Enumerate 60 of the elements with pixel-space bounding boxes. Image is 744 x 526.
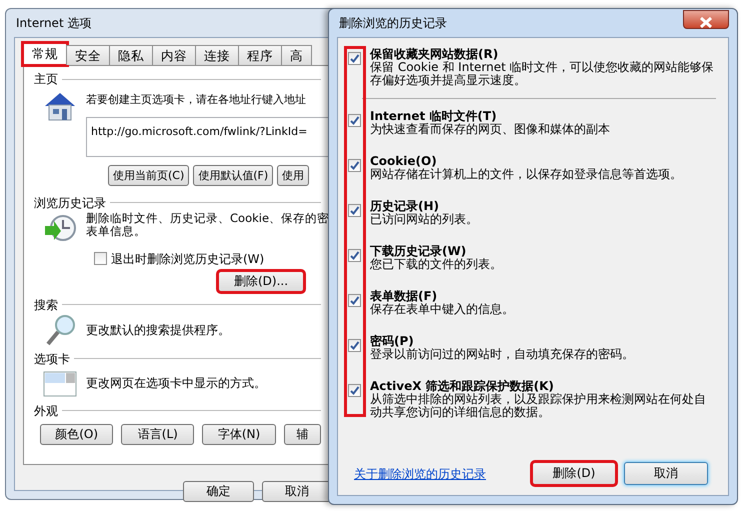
close-icon [700, 17, 712, 28]
description-text: 更改默认的搜索提供程序。 [86, 322, 230, 338]
tab[interactable]: 连接 [195, 45, 239, 65]
push-button[interactable]: 使用当前页(C) [108, 164, 190, 186]
description-text: 更改网页在选项卡中显示的方式。 [86, 374, 266, 392]
section-heading: 浏览历史记录 [34, 194, 106, 212]
item-title: 历史记录(H) [370, 200, 440, 213]
push-button[interactable]: 确定 [183, 481, 254, 502]
window-title: Internet 选项 [15, 15, 92, 32]
push-button[interactable]: 辅 [284, 424, 321, 444]
item-title: Internet 临时文件(T) [370, 110, 498, 123]
push-button[interactable]: 颜色(O) [40, 424, 114, 444]
push-button[interactable]: 字体(N) [202, 424, 276, 444]
push-button[interactable]: 使用默认值(F) [193, 164, 274, 186]
checkbox[interactable] [348, 159, 361, 172]
checkbox-label: 退出时删除浏览历史记录(W) [111, 250, 264, 268]
tab[interactable]: 隐私 [109, 45, 153, 65]
item-description: 从筛选中排除的网站列表，以及跟踪保护用来检测网站在何处自动共享您访问的详细信息的数据。 [370, 393, 707, 419]
tab[interactable]: 程序 [238, 45, 282, 65]
item-description: 登录以前访问过的网站时，自动填充保存的密码。 [370, 348, 634, 361]
push-button[interactable]: 语言(L) [121, 424, 194, 444]
description-text: 若要创建主页选项卡，请在各地址行键入地址 [86, 92, 307, 108]
tab[interactable]: 内容 [152, 45, 196, 65]
tab[interactable]: 高 [281, 45, 312, 65]
item-title: 下载历史记录(W) [370, 245, 468, 258]
checkbox[interactable] [348, 384, 361, 397]
checkbox[interactable] [348, 294, 361, 307]
description-text: 表单信息。 [86, 224, 147, 238]
section-heading: 外观 [34, 402, 58, 420]
delete-button[interactable]: 删除(D)... [218, 270, 304, 292]
item-description: 保存在表单中键入的信息。 [370, 303, 514, 316]
window-title: 删除浏览的历史记录 [338, 15, 448, 32]
section-heading: 主页 [34, 71, 58, 88]
tab[interactable]: 常规 [23, 43, 67, 65]
checkbox[interactable] [348, 249, 361, 262]
section-heading: 选项卡 [34, 350, 70, 368]
item-title: 表单数据(F) [370, 290, 438, 303]
push-button[interactable]: 取消 [624, 462, 708, 485]
item-description: 为快速查看而保存的网页、图像和媒体的副本 [370, 123, 610, 136]
url-field[interactable]: http://go.microsoft.com/fwlink/?LinkId= [86, 116, 331, 156]
item-description: 网站存储在计算机上的文件，以保存如登录信息等首选项。 [370, 168, 682, 181]
tab[interactable]: 安全 [66, 45, 110, 65]
help-link[interactable]: 关于删除浏览的历史记录 [354, 464, 486, 482]
description-text: 删除临时文件、历史记录、Cookie、保存的密 [86, 212, 330, 224]
close-button[interactable] [683, 10, 729, 29]
item-description: 保留 Cookie 和 Internet 临时文件，可以使您收藏的网站能够保存偏好选项并提高显示速度。 [370, 61, 715, 87]
checkbox[interactable] [348, 114, 361, 127]
push-button[interactable]: 删除(D) [532, 462, 616, 485]
checkbox[interactable] [348, 204, 361, 217]
item-title: 保留收藏夹网站数据(R) [370, 48, 500, 61]
checkbox[interactable] [348, 52, 361, 65]
item-title: 密码(P) [370, 335, 415, 348]
checkbox[interactable] [348, 339, 361, 352]
item-title: Cookie(O) [370, 155, 438, 168]
checkbox[interactable] [94, 252, 107, 265]
section-heading: 搜索 [34, 296, 58, 314]
item-description: 已访问网站的列表。 [370, 213, 478, 226]
push-button[interactable]: 使用 [277, 164, 310, 186]
item-title: ActiveX 筛选和跟踪保护数据(K) [370, 380, 555, 393]
item-description: 您已下载的文件的列表。 [370, 258, 502, 271]
